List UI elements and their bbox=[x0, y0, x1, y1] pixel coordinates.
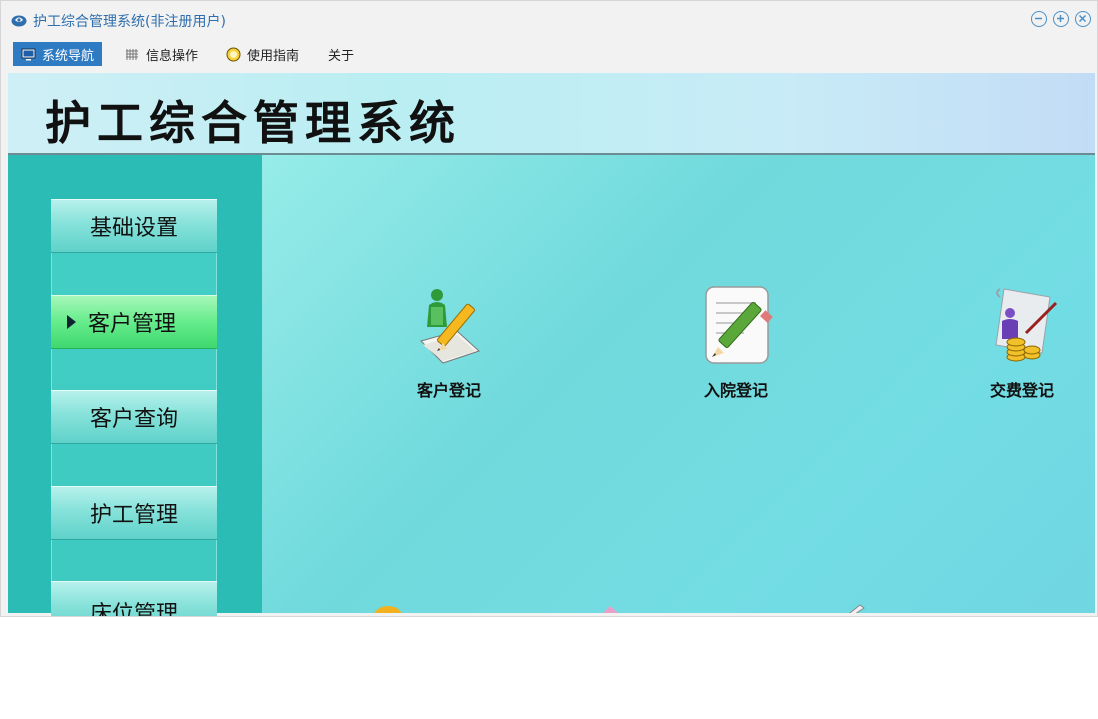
partial-pink-icon bbox=[596, 601, 626, 613]
tile-admission-register[interactable]: 入院登记 bbox=[676, 283, 796, 401]
app-logo-icon bbox=[11, 12, 27, 27]
customer-register-icon bbox=[407, 283, 491, 367]
sidebar-item-label: 客户管理 bbox=[88, 312, 177, 337]
sidebar-item-customer-management[interactable]: 客户管理 bbox=[51, 295, 217, 349]
grid-icon bbox=[125, 47, 140, 62]
title-bar: 护工综合管理系统(非注册用户) bbox=[1, 1, 1097, 37]
window-title: 护工综合管理系统(非注册用户) bbox=[33, 14, 226, 30]
minimize-button[interactable] bbox=[1031, 11, 1047, 27]
tile-label: 交费登记 bbox=[989, 381, 1054, 400]
menu-user-guide[interactable]: 使用指南 bbox=[226, 42, 299, 66]
active-arrow-icon bbox=[67, 315, 76, 329]
sidebar-item-customer-query[interactable]: 客户查询 bbox=[51, 390, 217, 444]
menu-label: 关于 bbox=[328, 48, 355, 64]
menu-label: 信息操作 bbox=[146, 48, 199, 64]
sidebar-item-label: 护工管理 bbox=[89, 503, 178, 528]
menu-system-nav[interactable]: 系统导航 bbox=[13, 42, 103, 66]
tile-customer-register[interactable]: 客户登记 bbox=[389, 283, 509, 401]
tile-label: 客户登记 bbox=[416, 381, 481, 400]
page-title: 护工综合管理系统 bbox=[45, 96, 461, 150]
sidebar-item-label: 床位管理 bbox=[89, 602, 178, 617]
sidebar-item-basic-settings[interactable]: 基础设置 bbox=[51, 199, 217, 253]
header-banner: 护工综合管理系统 bbox=[8, 73, 1095, 155]
maximize-button[interactable] bbox=[1053, 11, 1069, 27]
tile-label: 入院登记 bbox=[703, 381, 768, 400]
main-content: 客户登记 入院登记 交费登记 bbox=[262, 155, 1095, 613]
sidebar: 基础设置 客户管理 客户查询 护工管理 床位管理 bbox=[8, 155, 262, 616]
sidebar-item-caregiver-management[interactable]: 护工管理 bbox=[51, 486, 217, 540]
sidebar-item-bed-management[interactable]: 床位管理 bbox=[51, 581, 217, 617]
sidebar-item-label: 基础设置 bbox=[89, 216, 178, 241]
partial-coin-icon bbox=[370, 601, 406, 613]
tile-payment-register[interactable]: 交费登记 bbox=[962, 283, 1082, 401]
app-window: 护工综合管理系统(非注册用户) 系统导航 信息操作 使用指南 关于 护工综合管理… bbox=[0, 0, 1098, 617]
menu-about[interactable]: 关于 bbox=[328, 42, 354, 66]
menu-label: 使用指南 bbox=[247, 48, 300, 64]
partial-paper-icon bbox=[842, 601, 868, 613]
close-button[interactable] bbox=[1075, 11, 1091, 27]
menu-label: 系统导航 bbox=[42, 48, 95, 64]
menu-info-ops[interactable]: 信息操作 bbox=[125, 42, 198, 66]
monitor-icon bbox=[21, 47, 36, 62]
payment-register-icon bbox=[980, 283, 1064, 367]
admission-register-icon bbox=[694, 283, 778, 367]
menu-bar: 系统导航 信息操作 使用指南 关于 bbox=[1, 41, 1097, 67]
help-icon bbox=[226, 47, 241, 62]
sidebar-item-label: 客户查询 bbox=[89, 407, 178, 432]
